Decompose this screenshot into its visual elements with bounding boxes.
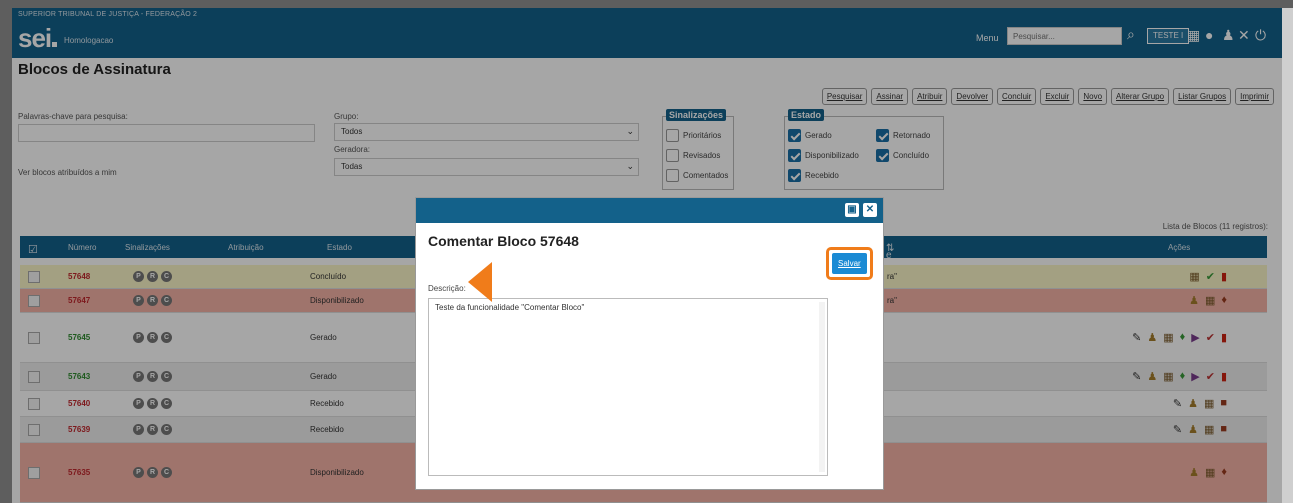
close-icon[interactable]: ✕	[863, 203, 877, 217]
description-text: Teste da funcionalidade "Comentar Bloco"	[435, 303, 585, 312]
maximize-icon[interactable]: ▣	[845, 203, 859, 217]
save-highlight: Salvar	[826, 247, 873, 280]
pointer-arrow-icon	[468, 262, 492, 302]
save-button[interactable]: Salvar	[832, 253, 867, 274]
modal-titlebar: ▣ ✕	[416, 198, 883, 223]
textarea-scrollbar[interactable]	[819, 302, 825, 472]
comentar-modal: ▣ ✕ Comentar Bloco 57648 Salvar Descriçã…	[415, 197, 884, 490]
description-label: Descrição:	[428, 284, 466, 293]
modal-title: Comentar Bloco 57648	[428, 233, 579, 249]
page-scrollbar[interactable]	[1282, 8, 1293, 503]
description-textarea[interactable]: Teste da funcionalidade "Comentar Bloco"	[428, 298, 828, 476]
page: SUPERIOR TRIBUNAL DE JUSTIÇA - FEDERAÇÃO…	[12, 8, 1282, 503]
